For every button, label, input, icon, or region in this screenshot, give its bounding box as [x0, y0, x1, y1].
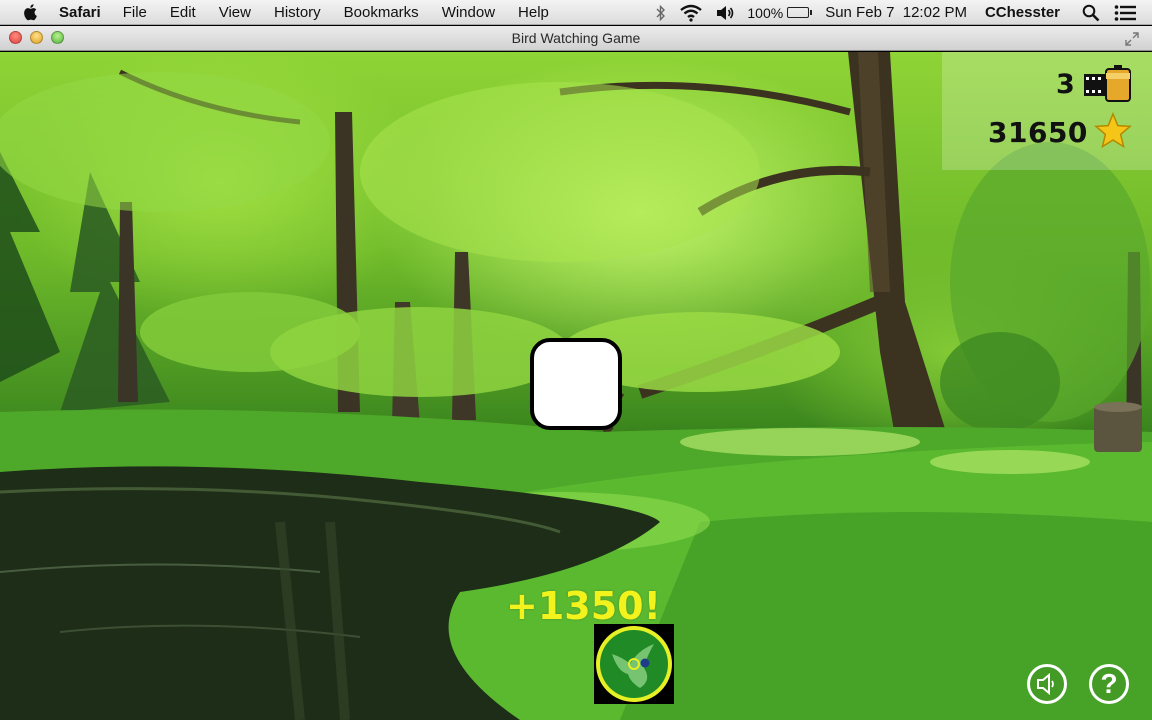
- fullscreen-icon[interactable]: [1124, 31, 1140, 47]
- status-area: 100% Sun Feb 7 12:02 PM CChesster: [643, 0, 1152, 25]
- bird-badge[interactable]: [594, 624, 674, 704]
- menu-file[interactable]: File: [123, 4, 147, 21]
- volume-icon[interactable]: [715, 4, 735, 22]
- bluetooth-icon[interactable]: [655, 4, 667, 22]
- window-title-bar: Bird Watching Game: [0, 26, 1152, 51]
- spotlight-search-icon[interactable]: [1082, 4, 1100, 22]
- menu-history[interactable]: History: [274, 4, 321, 21]
- points-earned-popup: +1350!: [506, 584, 661, 628]
- question-mark-icon: ?: [1100, 668, 1118, 699]
- close-window-button[interactable]: [9, 31, 22, 44]
- film-roll-icon: [1084, 65, 1131, 102]
- menu-app-safari[interactable]: Safari: [59, 4, 101, 21]
- user-menu[interactable]: CChesster: [985, 4, 1060, 21]
- battery-percent: 100%: [747, 4, 784, 21]
- camera-target-box[interactable]: [530, 338, 622, 430]
- menu-view[interactable]: View: [219, 4, 251, 21]
- menu-bookmarks[interactable]: Bookmarks: [344, 4, 419, 21]
- battery-icon: [787, 7, 813, 18]
- star-icon: [1094, 112, 1132, 149]
- help-button[interactable]: ?: [1089, 664, 1129, 704]
- window-controls: [9, 31, 72, 44]
- minimize-window-button[interactable]: [30, 31, 43, 44]
- game-scene[interactable]: 3 31650 +1350! ?: [0, 52, 1152, 720]
- sound-toggle-button[interactable]: [1027, 664, 1067, 704]
- window-title: Bird Watching Game: [511, 30, 641, 46]
- speaker-icon: [1037, 673, 1054, 695]
- menu-bar: Safari File Edit View History Bookmarks …: [0, 0, 1152, 25]
- clock[interactable]: Sun Feb 7 12:02 PM: [825, 4, 967, 21]
- menu-help[interactable]: Help: [518, 4, 549, 21]
- menu-window[interactable]: Window: [442, 4, 495, 21]
- bird-icon: [596, 626, 672, 702]
- apple-icon[interactable]: [21, 2, 41, 22]
- notification-center-icon[interactable]: [1114, 4, 1136, 22]
- wifi-icon[interactable]: [679, 4, 703, 22]
- film-remaining-count: 3: [1056, 69, 1075, 100]
- score-value: 31650: [988, 116, 1088, 149]
- battery-indicator[interactable]: 100%: [747, 4, 813, 21]
- menu-edit[interactable]: Edit: [170, 4, 196, 21]
- zoom-window-button[interactable]: [51, 31, 64, 44]
